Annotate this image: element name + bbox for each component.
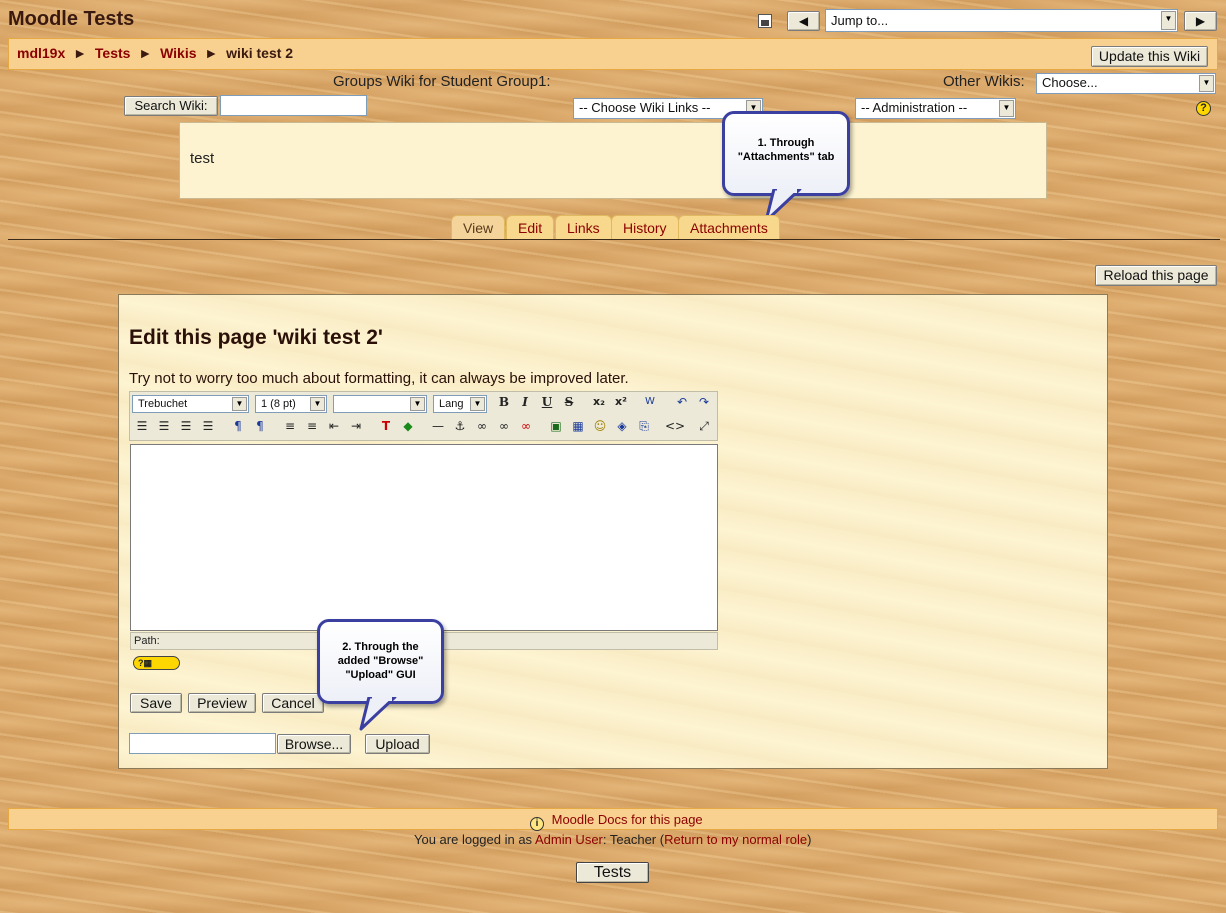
italic-icon[interactable]: I — [516, 393, 534, 411]
callout-browse-upload-pointer — [359, 697, 397, 731]
breadcrumb-separator: ► — [138, 45, 153, 61]
indent-icon[interactable]: ⇥ — [347, 417, 365, 435]
unordered-list-icon[interactable]: ≡ — [303, 417, 321, 435]
tab-edit[interactable]: Edit — [506, 215, 555, 239]
ordered-list-icon[interactable]: ≡ — [281, 417, 299, 435]
align-justify-icon[interactable]: ☰ — [199, 417, 217, 435]
prev-page-button[interactable]: ◀ — [787, 11, 820, 31]
font-family-select[interactable]: Trebuchet ▼ — [132, 395, 249, 413]
language-select[interactable]: Lang ▼ — [433, 395, 487, 413]
search-replace-icon[interactable]: ⎘ — [635, 417, 653, 435]
preview-button[interactable]: Preview — [188, 693, 256, 713]
superscript-icon[interactable]: x² — [612, 393, 630, 411]
cancel-button[interactable]: Cancel — [262, 693, 324, 713]
bold-icon[interactable]: B — [495, 393, 513, 411]
moodle-docs-link[interactable]: Moodle Docs for this page — [552, 812, 703, 827]
rtl-icon[interactable]: ¶ — [251, 417, 269, 435]
chevron-down-icon: ▼ — [310, 397, 325, 411]
update-wiki-button[interactable]: Update this Wiki — [1091, 46, 1208, 67]
return-role-link[interactable]: Return to my normal role — [664, 832, 807, 847]
tab-history[interactable]: History — [611, 215, 679, 239]
user-link[interactable]: Admin User — [535, 832, 603, 847]
upload-button[interactable]: Upload — [365, 734, 430, 754]
administration-select[interactable]: -- Administration -- ▼ — [855, 98, 1016, 119]
upload-file-input[interactable] — [129, 733, 276, 754]
underline-icon[interactable]: U — [538, 393, 556, 411]
formatting-hint: Try not to worry too much about formatti… — [129, 370, 629, 387]
reload-page-button[interactable]: Reload this page — [1095, 265, 1217, 286]
paragraph-style-select[interactable]: ▼ — [333, 395, 427, 413]
clean-word-icon[interactable]: W — [641, 393, 659, 411]
horizontal-rule-icon[interactable]: — — [429, 417, 447, 435]
tab-attachments[interactable]: Attachments — [678, 215, 780, 239]
html-source-icon[interactable]: <> — [665, 417, 685, 435]
chevron-down-icon: ▼ — [232, 397, 247, 411]
chevron-down-icon: ▼ — [999, 100, 1014, 117]
search-wiki-input[interactable] — [220, 95, 367, 116]
chevron-down-icon: ▼ — [1199, 75, 1214, 92]
background-color-icon[interactable]: ◆ — [399, 417, 417, 435]
tab-view[interactable]: View — [451, 215, 506, 239]
anchor-icon[interactable]: ⚓ — [451, 417, 469, 435]
font-size-select[interactable]: 1 (8 pt) ▼ — [255, 395, 327, 413]
chevron-down-icon: ▼ — [470, 397, 485, 411]
undo-icon[interactable]: ↶ — [673, 393, 691, 411]
help-icon[interactable]: ? — [1196, 101, 1211, 116]
wiki-summary-box — [179, 122, 1047, 199]
breadcrumb-home[interactable]: mdl19x — [17, 45, 65, 61]
outdent-icon[interactable]: ⇤ — [325, 417, 343, 435]
breadcrumb-current: wiki test 2 — [226, 45, 294, 61]
keyboard-help-icon[interactable]: ?▦ — [133, 656, 180, 670]
special-char-icon[interactable]: ◈ — [613, 417, 631, 435]
browse-button[interactable]: Browse... — [277, 734, 351, 754]
subscript-icon[interactable]: x₂ — [590, 393, 608, 411]
redo-icon[interactable]: ↷ — [695, 393, 713, 411]
breadcrumb-separator: ► — [73, 45, 87, 61]
wiki-summary-text: test — [190, 150, 215, 167]
insert-image-icon[interactable]: ▣ — [547, 417, 565, 435]
printer-icon[interactable] — [758, 14, 772, 28]
nolink-icon[interactable]: ∞ — [517, 417, 535, 435]
next-page-button[interactable]: ▶ — [1184, 11, 1217, 31]
info-icon: i — [530, 817, 544, 831]
callout-attachments: 1. Through "Attachments" tab — [722, 111, 850, 196]
breadcrumb: mdl19x ► Tests ► Wikis ► wiki test 2 — [17, 45, 293, 61]
search-wiki-button[interactable]: Search Wiki: — [124, 96, 218, 116]
align-center-icon[interactable]: ☰ — [155, 417, 173, 435]
tab-links[interactable]: Links — [555, 215, 612, 239]
text-color-icon[interactable]: T — [377, 417, 395, 435]
chevron-down-icon: ▼ — [410, 397, 425, 411]
smiley-icon[interactable]: ☺ — [591, 417, 609, 435]
breadcrumb-wikis[interactable]: Wikis — [160, 45, 196, 61]
breadcrumb-course[interactable]: Tests — [95, 45, 131, 61]
link-icon[interactable]: ∞ — [473, 417, 491, 435]
site-title: Moodle Tests — [8, 8, 135, 30]
course-home-button[interactable]: Tests — [576, 862, 649, 883]
edit-page-heading: Edit this page 'wiki test 2' — [129, 326, 383, 349]
fullscreen-icon[interactable]: ⤢ — [695, 417, 713, 435]
docs-link-row: i Moodle Docs for this page — [530, 812, 703, 831]
right-triangle-icon: ▶ — [1195, 14, 1206, 28]
callout-browse-upload: 2. Through the added "Browse" "Upload" G… — [317, 619, 444, 704]
chevron-down-icon: ▼ — [1161, 11, 1176, 30]
save-button[interactable]: Save — [130, 693, 182, 713]
groups-wiki-label: Groups Wiki for Student Group1: — [333, 73, 551, 90]
other-wikis-label: Other Wikis: — [943, 73, 1025, 90]
left-triangle-icon: ◀ — [798, 14, 809, 28]
strikethrough-icon[interactable]: S — [560, 393, 578, 411]
editor-text-area[interactable] — [130, 444, 718, 631]
jump-to-select[interactable]: Jump to... ▼ — [825, 9, 1178, 32]
ltr-icon[interactable]: ¶ — [229, 417, 247, 435]
login-info: You are logged in as Admin User: Teacher… — [414, 832, 812, 847]
other-wikis-select[interactable]: Choose... ▼ — [1036, 73, 1216, 94]
align-left-icon[interactable]: ☰ — [133, 417, 151, 435]
unlink-icon[interactable]: ∞ — [495, 417, 513, 435]
insert-table-icon[interactable]: ▦ — [569, 417, 587, 435]
path-label: Path: — [134, 635, 160, 647]
breadcrumb-separator: ► — [204, 45, 219, 61]
tabs-divider — [8, 239, 1220, 240]
align-right-icon[interactable]: ☰ — [177, 417, 195, 435]
